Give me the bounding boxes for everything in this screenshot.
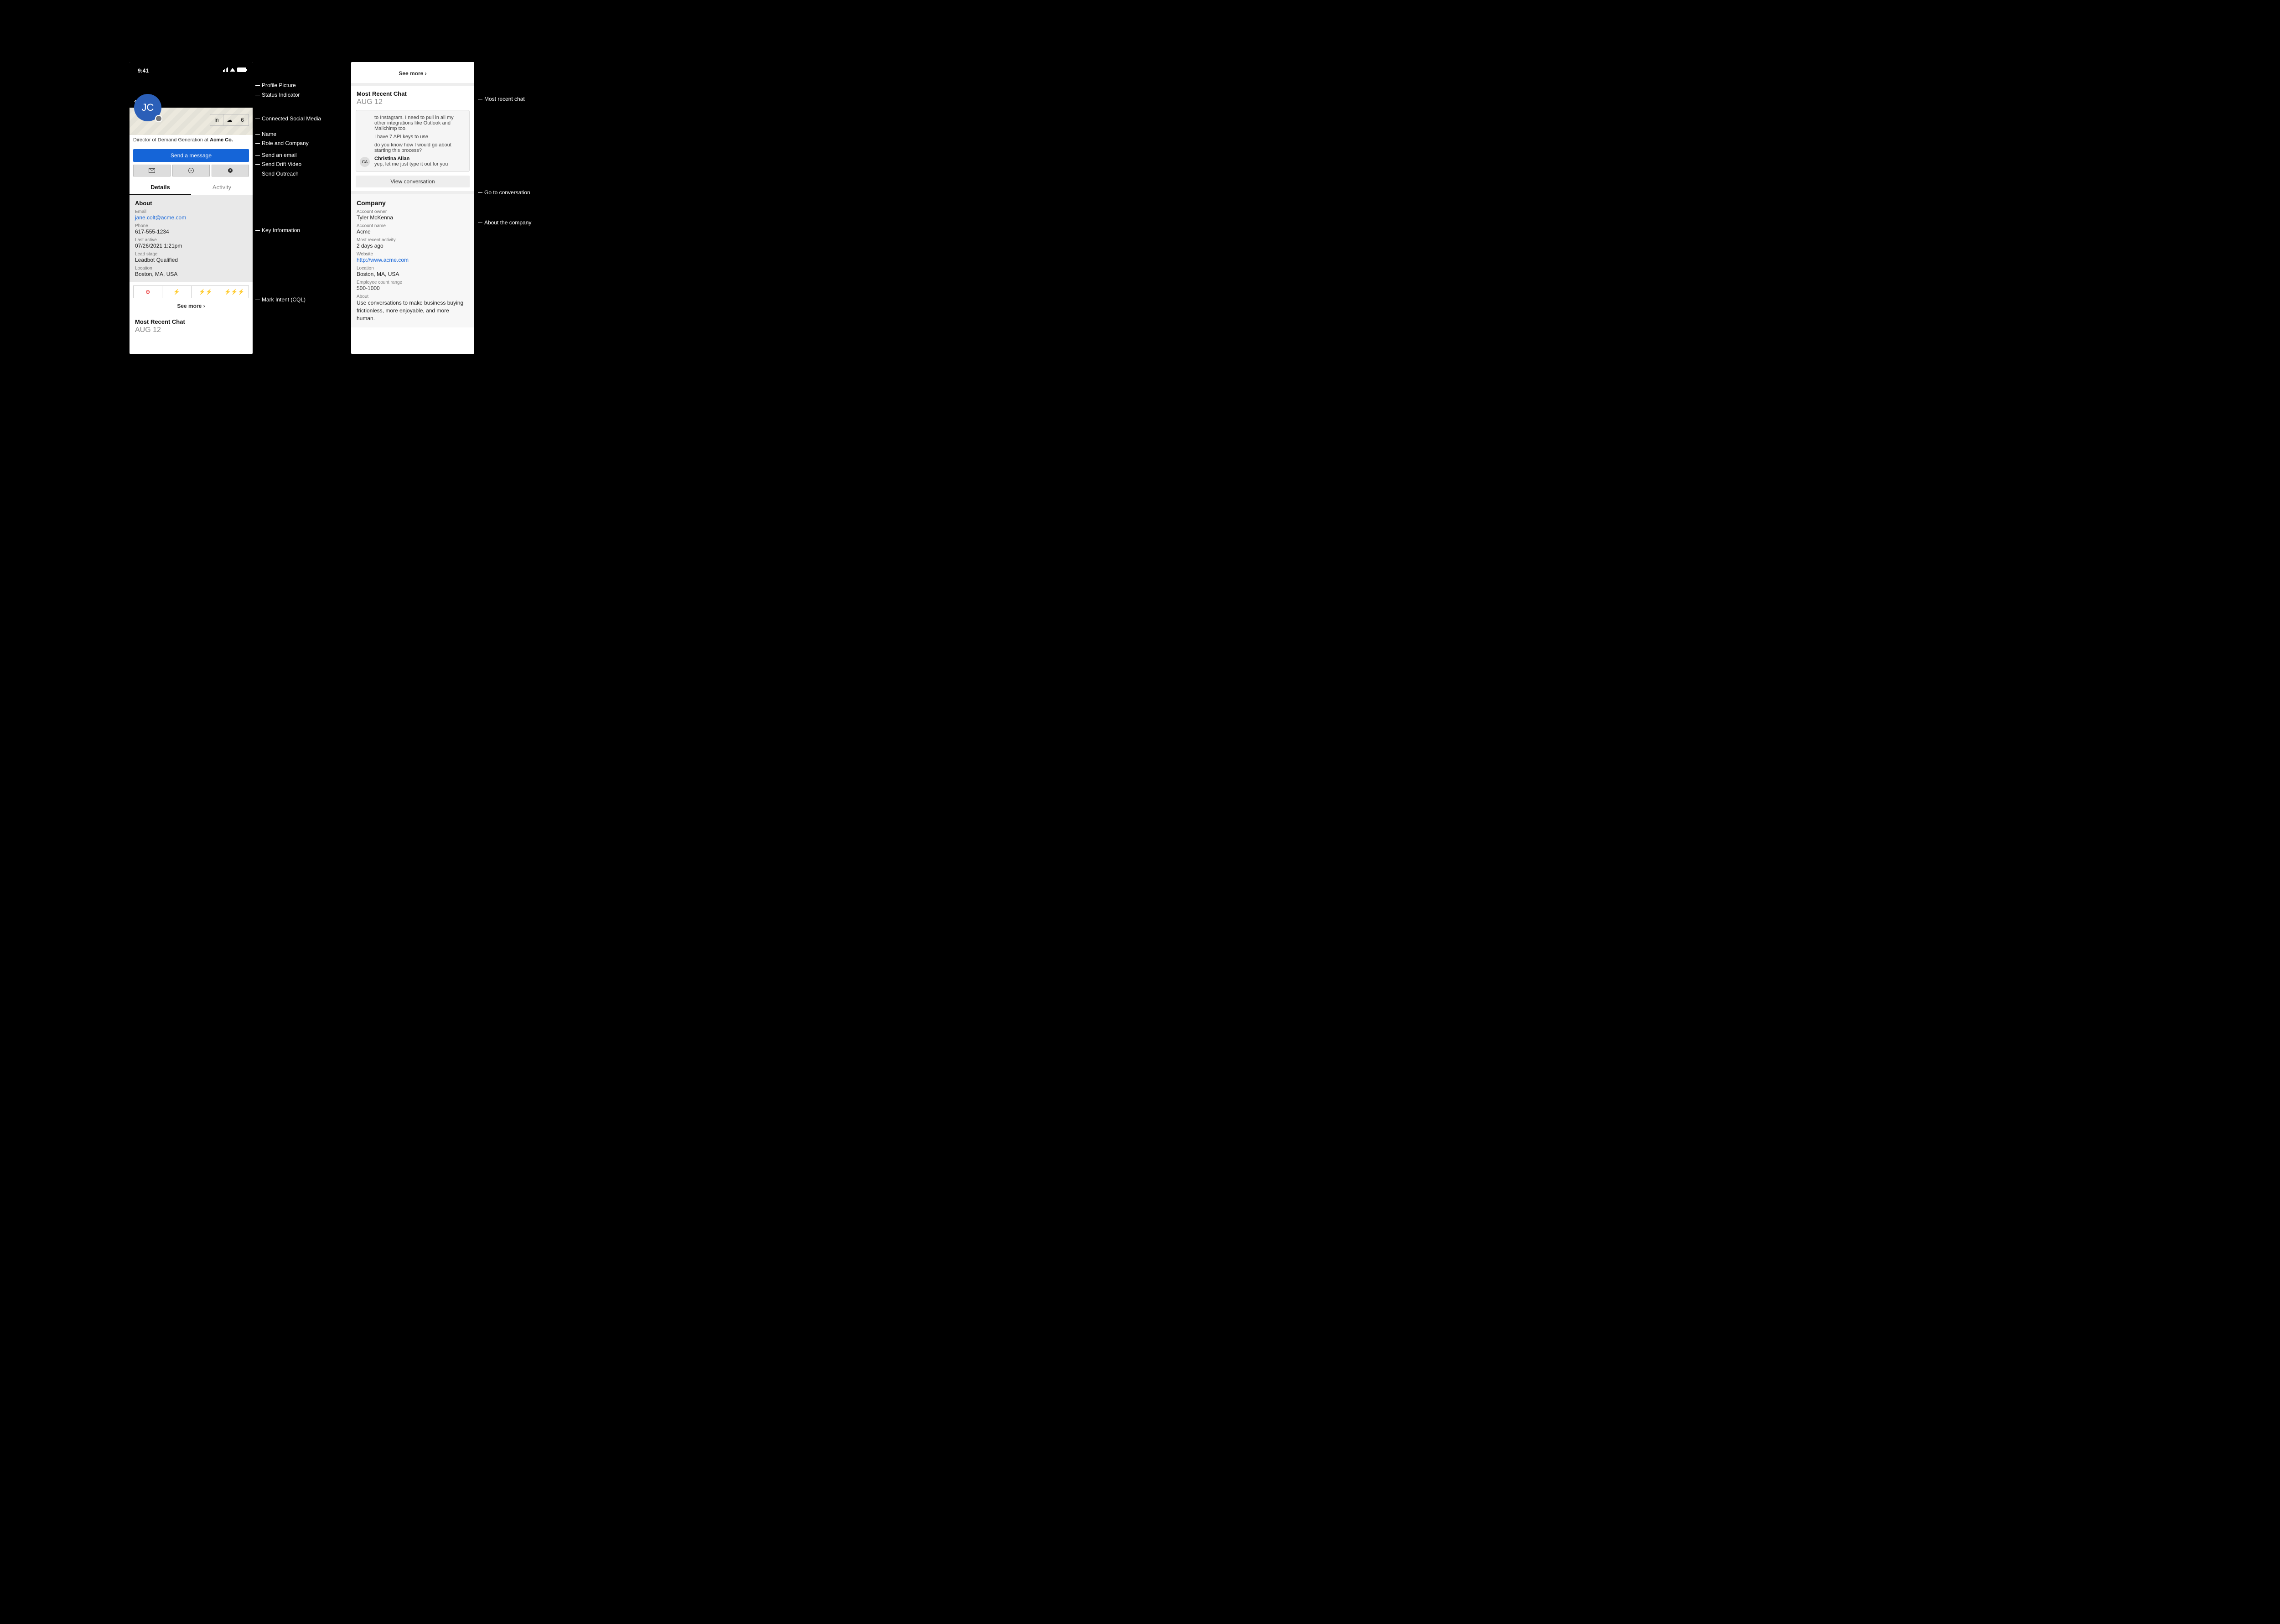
location-value: Boston, MA, USA: [135, 271, 247, 277]
cql-row: ⊖ ⚡ ⚡⚡ ⚡⚡⚡: [133, 285, 249, 298]
cql-2[interactable]: ⚡⚡: [191, 286, 220, 298]
recent-value: 2 days ago: [357, 243, 469, 249]
about-section: About Email jane.colt@acme.com Phone 617…: [130, 195, 253, 282]
salesforce-icon[interactable]: ☁: [223, 114, 236, 125]
notch: [166, 62, 216, 72]
chat-msg-1: to Instagram. I need to pull in all my o…: [374, 115, 465, 131]
co-location-value: Boston, MA, USA: [357, 271, 469, 277]
status-bar: 9:41: [130, 62, 253, 78]
responder-name: Christina Allan: [374, 156, 465, 161]
annot-go-conversation: Go to conversation: [484, 189, 530, 196]
cql-3[interactable]: ⚡⚡⚡: [220, 286, 249, 298]
location-label: Location: [135, 266, 247, 271]
co-about-value: Use conversations to make business buyin…: [357, 299, 469, 322]
co-about-label: About: [357, 294, 469, 299]
annot-key-info: Key Information: [262, 227, 300, 233]
contact-role: Director of Demand Generation at Acme Co…: [133, 137, 249, 143]
about-heading: About: [135, 200, 247, 207]
lastactive-value: 07/26/2021 1:21pm: [135, 243, 247, 249]
avatar-wrap: JC: [134, 94, 161, 121]
phone-value: 617-555-1234: [135, 228, 247, 235]
annot-mark-intent: Mark Intent (CQL): [262, 296, 306, 303]
responder-avatar: CA: [360, 157, 370, 167]
phone-right: See more › Most Recent Chat AUG 12 to In…: [351, 62, 474, 354]
chat-date-2: AUG 12: [351, 98, 474, 110]
annot-about-company: About the company: [484, 219, 531, 226]
chat-box[interactable]: to Instagram. I need to pull in all my o…: [356, 110, 470, 172]
battery-icon: [237, 67, 246, 72]
cql-none[interactable]: ⊖: [134, 286, 162, 298]
recent-label: Most recent activity: [357, 238, 469, 243]
annot-name: Name: [262, 131, 276, 137]
sixsense-icon[interactable]: 6: [236, 114, 249, 125]
annot-recent-chat: Most recent chat: [484, 96, 525, 102]
chat-heading-2: Most Recent Chat: [357, 90, 469, 97]
co-location-label: Location: [357, 266, 469, 271]
phone-label: Phone: [135, 223, 247, 228]
email-value[interactable]: jane.colt@acme.com: [135, 214, 247, 221]
company-heading: Company: [357, 199, 469, 207]
acct-name-value: Acme: [357, 228, 469, 235]
annot-role: Role and Company: [262, 140, 309, 146]
website-label: Website: [357, 252, 469, 257]
phone-left: 9:41 ‹ JC in ☁ 6 Jane Colt Director of D…: [130, 62, 253, 354]
send-message-button[interactable]: Send a message: [133, 149, 249, 162]
cql-1[interactable]: ⚡: [162, 286, 191, 298]
acct-name-label: Account name: [357, 223, 469, 228]
social-icons: in ☁ 6: [210, 114, 249, 126]
signal-icon: [223, 67, 228, 72]
annot-send-email: Send an email: [262, 152, 297, 158]
chat-date: AUG 12: [130, 326, 253, 338]
website-value[interactable]: http://www.acme.com: [357, 257, 469, 263]
see-more-link[interactable]: See more ›: [130, 298, 253, 314]
sys-icons: [223, 67, 246, 72]
status-dot: [155, 115, 162, 122]
action-row: [133, 165, 249, 176]
tabs: Details Activity: [130, 180, 253, 195]
annot-send-video: Send Drift Video: [262, 161, 301, 167]
tab-details[interactable]: Details: [130, 180, 191, 195]
owner-value: Tyler McKenna: [357, 214, 469, 221]
view-conversation-button[interactable]: View conversation: [356, 176, 470, 187]
chat-header: Most Recent Chat: [130, 314, 253, 326]
annot-social: Connected Social Media: [262, 115, 321, 122]
wifi-icon: [230, 68, 235, 72]
clock: 9:41: [138, 67, 149, 74]
emp-label: Employee count range: [357, 280, 469, 285]
responder-msg: yep, let me just type it out for you: [374, 161, 465, 167]
tab-activity[interactable]: Activity: [191, 180, 253, 195]
annot-profile-picture: Profile Picture: [262, 82, 296, 88]
company-section: Company Account owner Tyler McKenna Acco…: [351, 194, 474, 327]
send-email-button[interactable]: [133, 165, 171, 176]
see-more-link-2[interactable]: See more ›: [351, 62, 474, 83]
chat-msg-3: do you know how I would go about startin…: [374, 142, 465, 153]
chat-header-2: Most Recent Chat: [351, 86, 474, 98]
leadstage-label: Lead stage: [135, 252, 247, 257]
chat-msg-2: I have 7 API keys to use: [374, 134, 465, 140]
owner-label: Account owner: [357, 209, 469, 214]
emp-value: 500-1000: [357, 285, 469, 291]
chat-heading: Most Recent Chat: [135, 318, 247, 325]
email-label: Email: [135, 209, 247, 214]
linkedin-icon[interactable]: in: [210, 114, 223, 125]
annot-send-outreach: Send Outreach: [262, 171, 299, 177]
send-video-button[interactable]: [172, 165, 210, 176]
lastactive-label: Last active: [135, 238, 247, 243]
send-outreach-button[interactable]: [212, 165, 249, 176]
annot-status-indicator: Status Indicator: [262, 92, 300, 98]
leadstage-value: Leadbot Qualified: [135, 257, 247, 263]
